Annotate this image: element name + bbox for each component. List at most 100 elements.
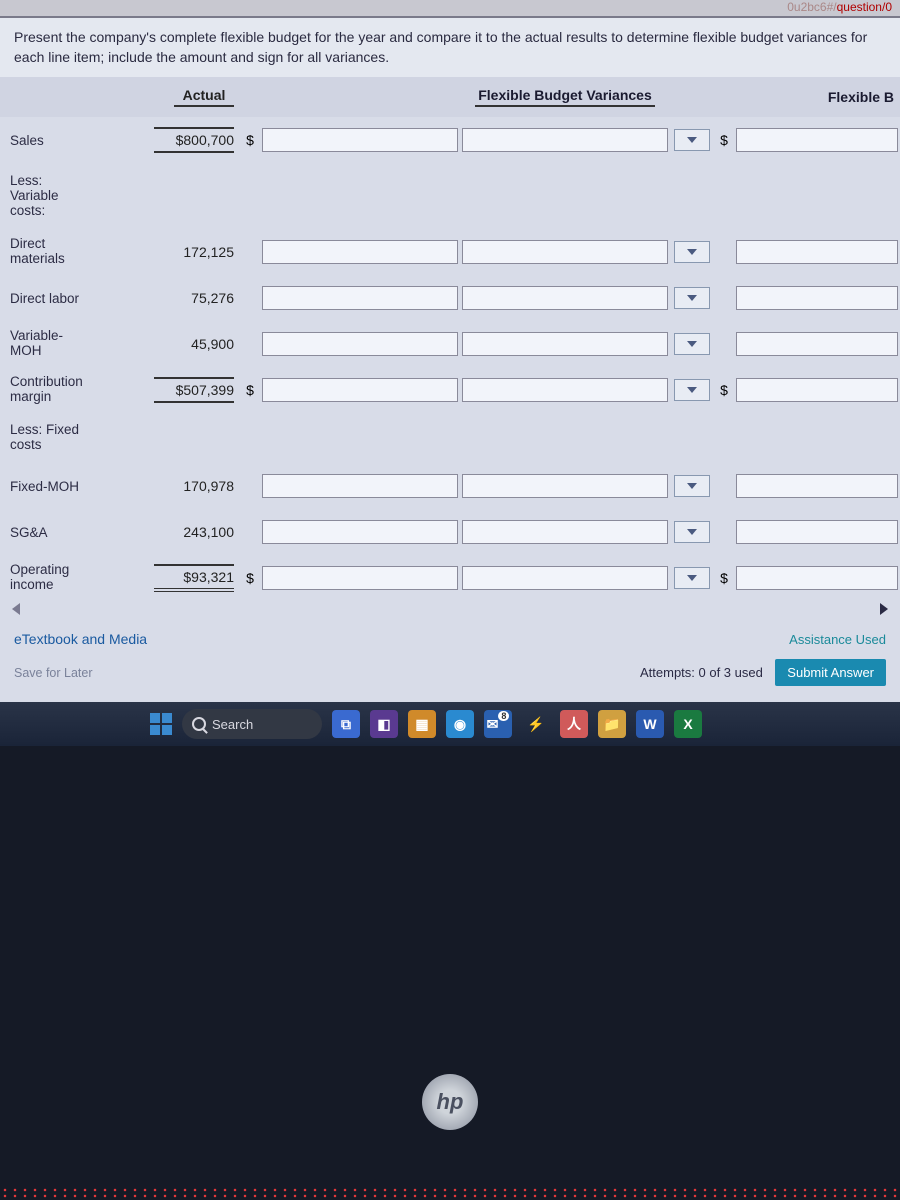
chevron-down-icon	[687, 483, 697, 489]
row-label: SG&A	[0, 525, 135, 540]
submit-answer-button[interactable]: Submit Answer	[775, 659, 886, 686]
row-label: Fixed-MOH	[0, 479, 135, 494]
row-label: Operatingincome	[0, 563, 135, 593]
row-dlab: Direct labor75,276	[0, 275, 900, 321]
variance-sign-dropdown[interactable]	[674, 475, 710, 497]
variance-sign-dropdown[interactable]	[674, 521, 710, 543]
row-label: Variable-MOH	[0, 329, 135, 359]
chevron-down-icon	[687, 295, 697, 301]
variance-sign-dropdown[interactable]	[674, 287, 710, 309]
flexible-budget-input[interactable]	[736, 128, 898, 152]
variance-amount-input[interactable]	[262, 286, 458, 310]
instructions-text: Present the company's complete flexible …	[0, 18, 900, 77]
flexible-budget-input[interactable]	[736, 286, 898, 310]
desktop-area: hp	[0, 746, 900, 1200]
row-dmat: Directmaterials172,125	[0, 229, 900, 275]
row-sga: SG&A243,100	[0, 509, 900, 555]
taskbar-word-icon[interactable]: W	[636, 710, 664, 738]
taskbar-search[interactable]: Search	[182, 709, 322, 739]
taskbar-app-icon[interactable]: ▦	[408, 710, 436, 738]
variance-sign-dropdown[interactable]	[674, 333, 710, 355]
taskbar-excel-icon[interactable]: X	[674, 710, 702, 738]
chevron-down-icon	[687, 249, 697, 255]
attempts-text: Attempts: 0 of 3 used	[640, 665, 763, 680]
variance-detail-input[interactable]	[462, 378, 668, 402]
etextbook-link[interactable]: eTextbook and Media	[14, 631, 147, 647]
variance-amount-input[interactable]	[262, 566, 458, 590]
variance-detail-input[interactable]	[462, 286, 668, 310]
row-less1: Less:Variablecosts:	[0, 163, 900, 229]
taskbar-app-icon[interactable]: ◧	[370, 710, 398, 738]
row-label: Sales	[0, 133, 135, 148]
variance-detail-input[interactable]	[462, 520, 668, 544]
actual-value: 243,100	[135, 524, 240, 540]
flexible-budget-input[interactable]	[736, 520, 898, 544]
dollar-sign: $	[240, 570, 260, 586]
row-label: Less:Variablecosts:	[0, 174, 135, 219]
chevron-down-icon	[687, 529, 697, 535]
actual-value: $800,700	[135, 127, 240, 153]
variance-amount-input[interactable]	[262, 474, 458, 498]
horizontal-scroll[interactable]	[0, 601, 900, 617]
taskbar-search-label: Search	[212, 717, 253, 732]
dollar-sign: $	[714, 382, 734, 398]
actual-value: 45,900	[135, 336, 240, 352]
header-flexible-b: Flexible B	[828, 89, 894, 105]
budget-table: Actual Flexible Budget Variances Flexibl…	[0, 77, 900, 617]
assistance-used-link[interactable]: Assistance Used	[789, 632, 886, 647]
taskbar-explorer-icon[interactable]: 📁	[598, 710, 626, 738]
flexible-budget-input[interactable]	[736, 332, 898, 356]
flexible-budget-input[interactable]	[736, 474, 898, 498]
variance-amount-input[interactable]	[262, 240, 458, 264]
variance-detail-input[interactable]	[462, 240, 668, 264]
variance-amount-input[interactable]	[262, 332, 458, 356]
flexible-budget-input[interactable]	[736, 378, 898, 402]
variance-detail-input[interactable]	[462, 332, 668, 356]
dollar-sign: $	[240, 382, 260, 398]
variance-detail-input[interactable]	[462, 128, 668, 152]
header-actual: Actual	[174, 87, 234, 107]
variance-amount-input[interactable]	[262, 378, 458, 402]
chevron-down-icon	[687, 387, 697, 393]
windows-taskbar[interactable]: Search ⧉ ◧ ▦ ◉ ✉8 ⚡ 人 📁 W X	[0, 702, 900, 746]
row-fmoh: Fixed-MOH170,978	[0, 463, 900, 509]
url-bar-fragment: 0u2bc6#/question/0	[0, 0, 900, 18]
actual-value: 75,276	[135, 290, 240, 306]
taskbar-app-icon[interactable]: ⧉	[332, 710, 360, 738]
flexible-budget-input[interactable]	[736, 240, 898, 264]
actual-value: $507,399	[135, 377, 240, 403]
dollar-sign: $	[714, 570, 734, 586]
row-label: Contributionmargin	[0, 375, 135, 405]
scroll-left-icon[interactable]	[12, 603, 20, 615]
row-less2: Less: Fixedcosts	[0, 413, 900, 463]
actual-value: 170,978	[135, 478, 240, 494]
taskbar-mail-icon[interactable]: ✉8	[484, 710, 512, 738]
variance-amount-input[interactable]	[262, 128, 458, 152]
variance-sign-dropdown[interactable]	[674, 241, 710, 263]
variance-detail-input[interactable]	[462, 566, 668, 590]
variance-sign-dropdown[interactable]	[674, 129, 710, 151]
chevron-down-icon	[687, 575, 697, 581]
scroll-right-icon[interactable]	[880, 603, 888, 615]
dollar-sign: $	[714, 132, 734, 148]
chevron-down-icon	[687, 137, 697, 143]
start-button[interactable]	[150, 713, 172, 735]
search-icon	[192, 717, 206, 731]
taskbar-app-icon[interactable]: 人	[560, 710, 588, 738]
variance-detail-input[interactable]	[462, 474, 668, 498]
variance-sign-dropdown[interactable]	[674, 567, 710, 589]
flexible-budget-input[interactable]	[736, 566, 898, 590]
taskbar-edge-icon[interactable]: ◉	[446, 710, 474, 738]
row-vmoh: Variable-MOH45,900	[0, 321, 900, 367]
taskbar-app-icon[interactable]: ⚡	[522, 710, 550, 738]
row-cmarg: Contributionmargin$507,399$$	[0, 367, 900, 413]
header-fbv: Flexible Budget Variances	[475, 87, 655, 107]
save-for-later-link[interactable]: Save for Later	[14, 666, 93, 680]
hp-logo: hp	[422, 1074, 478, 1130]
actual-value: $93,321	[135, 564, 240, 592]
row-label: Less: Fixedcosts	[0, 423, 135, 453]
variance-amount-input[interactable]	[262, 520, 458, 544]
row-sales: Sales$800,700$$	[0, 117, 900, 163]
row-label: Direct labor	[0, 291, 135, 306]
variance-sign-dropdown[interactable]	[674, 379, 710, 401]
